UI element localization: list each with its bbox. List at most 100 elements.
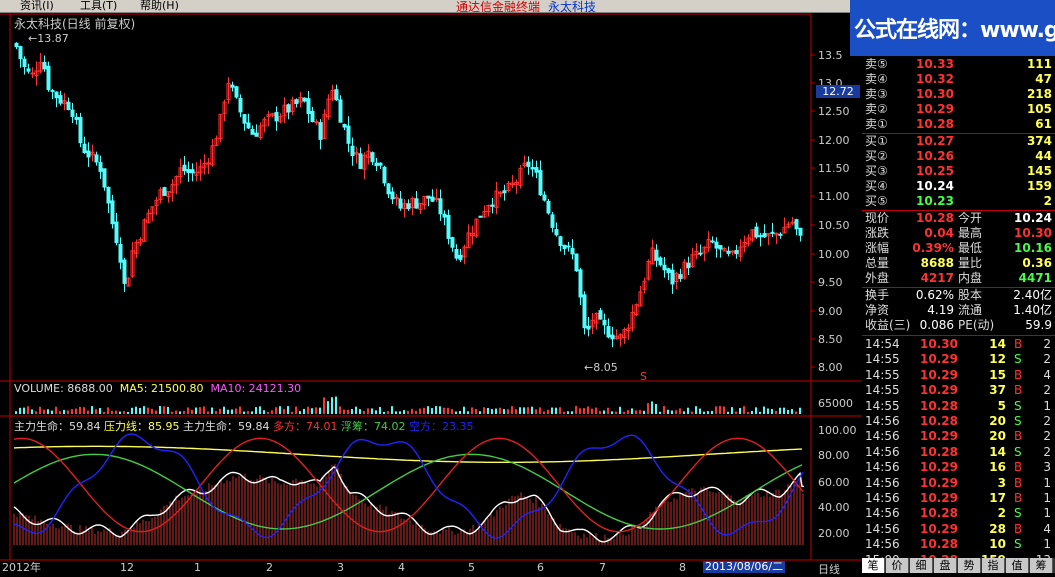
quote-tab[interactable]: 价 <box>886 558 909 573</box>
volume-bar <box>115 410 117 414</box>
ask-label: 卖② <box>865 102 888 116</box>
volume-bar <box>631 408 633 414</box>
candle-body <box>302 97 307 102</box>
volume-bar <box>307 406 309 414</box>
tick-time: 14:56 <box>865 537 900 552</box>
tick-price: 10.29 <box>920 460 958 475</box>
quote-tab[interactable]: 盘 <box>934 558 957 573</box>
tick-volume: 37 <box>989 383 1006 398</box>
candle-body <box>754 226 759 238</box>
fin-row: 收益(三) 0.086 PE(动) 59.9 <box>862 318 1055 333</box>
candle-body <box>526 161 531 167</box>
volume-bar <box>267 411 269 414</box>
ask-row: 卖① 10.28 61 <box>862 117 1055 132</box>
bid-volume: 145 <box>1026 164 1052 178</box>
price-tick-label: 10.00 <box>818 248 850 261</box>
quote-tab[interactable]: 势 <box>958 558 981 573</box>
volume-bar <box>395 411 397 414</box>
tick-direction: B <box>1014 460 1023 475</box>
volume-bar <box>159 406 161 414</box>
quote-tab[interactable]: 细 <box>910 558 933 573</box>
tick-volume: 3 <box>997 475 1006 490</box>
candle-body <box>762 233 767 238</box>
quote-panel: 卖⑤ 10.33 111 卖④ 10.32 47 卖③ 10.30 218 卖② 10.29 105 卖… <box>862 56 1055 573</box>
candle-body <box>654 249 659 261</box>
tick-time: 14:55 <box>865 383 900 398</box>
period-tab[interactable]: 日线 <box>818 561 840 577</box>
volume-bar <box>683 411 685 414</box>
volume-bar <box>319 407 321 414</box>
watermark-text: 公式在线网：www.gszx.com.cn <box>854 18 1055 43</box>
price-tick-label: 12.00 <box>818 134 850 147</box>
volume-bar <box>411 408 413 414</box>
volume-bar <box>231 409 233 414</box>
tick-price: 10.28 <box>920 444 958 459</box>
stat-value: 8688 <box>920 256 954 270</box>
ask-price: 10.33 <box>916 57 954 71</box>
stat-value: 0.39% <box>912 241 954 255</box>
volume-bar <box>183 410 185 414</box>
volume-bar <box>347 409 349 414</box>
candle-body <box>666 268 671 274</box>
volume-bar <box>71 409 73 414</box>
tick-direction: S <box>1014 398 1022 413</box>
volume-bar <box>351 408 353 414</box>
volume-bar <box>655 403 657 414</box>
candle-body <box>50 89 55 92</box>
tick-row: 14:55 10.29 12 S 2 <box>862 352 1055 367</box>
candle-body <box>478 215 483 218</box>
volume-bar <box>635 410 637 414</box>
candle-body <box>530 167 535 170</box>
quote-tab[interactable]: 指 <box>982 558 1005 573</box>
stat-value: 0.04 <box>924 226 954 240</box>
quote-tab[interactable]: 值 <box>1006 558 1029 573</box>
candle-body <box>538 170 543 196</box>
quote-tab[interactable]: 筹 <box>1030 558 1053 573</box>
time-tick-label: 12 <box>120 561 134 573</box>
candle-body <box>490 204 495 207</box>
volume-bar <box>503 409 505 414</box>
candle-body <box>662 264 667 271</box>
volume-bar <box>403 410 405 414</box>
tick-price: 10.29 <box>920 475 958 490</box>
kline-chart[interactable]: 13.513.012.5012.0011.5011.0010.5010.009.… <box>0 0 862 573</box>
volume-bar <box>667 409 669 414</box>
tick-row: 14:56 10.28 14 S 2 <box>862 445 1055 460</box>
volume-bar <box>691 411 693 414</box>
price-tick-label: 8.00 <box>818 361 843 374</box>
candle-body <box>350 145 355 157</box>
volume-bar <box>167 406 169 414</box>
stat-value-2: 10.16 <box>1014 241 1052 255</box>
volume-bar <box>311 408 313 414</box>
volume-bar <box>107 407 109 414</box>
candle-body <box>274 111 279 122</box>
volume-bar <box>751 410 753 414</box>
volume-bar <box>79 406 81 414</box>
price-tick-label: 12.50 <box>818 105 850 118</box>
volume-bar <box>175 410 177 414</box>
candle-body <box>314 121 319 124</box>
volume-bar <box>491 409 493 414</box>
bid-volume: 374 <box>1026 134 1052 148</box>
volume-bar <box>35 411 37 414</box>
candle-body <box>570 247 575 255</box>
fin-row: 换手 0.62% 股本 2.40亿 <box>862 288 1055 303</box>
candle-body <box>14 42 19 48</box>
volume-bar <box>263 410 265 414</box>
tick-volume: 10 <box>989 537 1006 552</box>
candle-body <box>386 183 391 195</box>
volume-bar <box>531 406 533 414</box>
volume-bar <box>575 406 577 414</box>
volume-bar <box>611 411 613 414</box>
quote-tab[interactable]: 笔 <box>862 558 885 573</box>
volume-bar <box>475 409 477 414</box>
tick-direction: S <box>1014 414 1022 428</box>
ind-bull: 多方：74.01 <box>273 420 338 433</box>
volume-bar <box>391 406 393 414</box>
bid-label: 买② <box>865 149 888 163</box>
volume-bar <box>331 397 333 414</box>
candle-body <box>430 196 435 202</box>
volume-bar <box>671 410 673 414</box>
chart-title: 永太科技(日线 前复权) <box>14 17 136 31</box>
volume-bar <box>27 406 29 414</box>
